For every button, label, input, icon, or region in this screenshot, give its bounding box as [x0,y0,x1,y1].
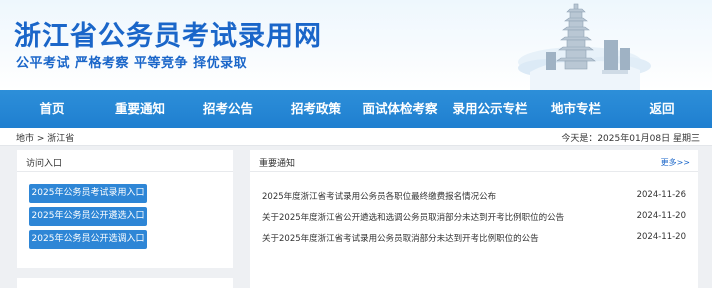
nav-item-home[interactable]: 首页 [39,90,64,128]
notice-panel-header: 重要通知 更多>> [250,150,698,172]
nav-item-policies[interactable]: 招考政策 [291,90,341,128]
access-panel-title: 访问入口 [26,159,63,169]
pagoda-illustration [518,3,651,90]
list-item[interactable]: 关于2025年度浙江省考试录用公务员取消部分未达到开考比例职位的公告 2024-… [262,232,690,246]
nav-item-announcements[interactable]: 招考公告 [203,90,253,128]
nav-item-back[interactable]: 返回 [649,90,674,128]
header-banner: 浙江省公务员考试录用网 公平考试 严格考察 平等竞争 择优录取 [0,0,712,90]
nav-item-interview-exam[interactable]: 面试体检考察 [362,90,437,128]
notice-title[interactable]: 关于2025年度浙江省公开遴选和选调公务员取消部分未达到开考比例职位的公告 [262,211,564,223]
site-title: 浙江省公务员考试录用网 [14,21,322,52]
breadcrumb[interactable]: 地市 > 浙江省 [16,131,74,144]
notice-title[interactable]: 2025年度浙江省考试录用公务员各职位最终缴费报名情况公布 [262,190,496,202]
exam-recruitment-entry-button[interactable]: 2025年公务员考试录用入口 [29,184,147,203]
list-item[interactable]: 关于2025年度浙江省公开遴选和选调公务员取消部分未达到开考比例职位的公告 20… [262,211,690,225]
notice-date: 2024-11-20 [636,211,686,221]
nav-item-notices[interactable]: 重要通知 [115,90,165,128]
more-link[interactable]: 更多>> [661,157,690,168]
notice-panel: 重要通知 更多>> 2025年度浙江省考试录用公务员各职位最终缴费报名情况公布 … [250,150,698,288]
list-item[interactable]: 2025年度浙江省考试录用公务员各职位最终缴费报名情况公布 2024-11-26 [262,190,690,204]
breadcrumb-bar: 地市 > 浙江省 今天是：2025年01月08日 星期三 [0,128,712,146]
notice-date: 2024-11-26 [636,190,686,200]
notice-title[interactable]: 关于2025年度浙江省考试录用公务员取消部分未达到开考比例职位的公告 [262,232,539,244]
access-entry-panel: 访问入口 2025年公务员考试录用入口 2025年公务员公开遴选入口 2025年… [17,150,233,268]
notice-date: 2024-11-20 [636,232,686,242]
access-panel-header: 访问入口 [17,150,233,172]
site-slogan: 公平考试 严格考察 平等竞争 择优录取 [16,56,248,71]
current-date: 今天是：2025年01月08日 星期三 [561,134,700,144]
nav-item-city-column[interactable]: 地市专栏 [551,90,601,128]
nav-item-hiring-publicity[interactable]: 录用公示专栏 [452,90,527,128]
access-panel-continuation [17,278,233,288]
main-nav: 首页 重要通知 招考公告 招考政策 面试体检考察 录用公示专栏 地市专栏 返回 [0,90,712,128]
open-selection-entry-button[interactable]: 2025年公务员公开遴选入口 [29,207,147,226]
open-transfer-entry-button[interactable]: 2025年公务员公开选调入口 [29,230,147,249]
notice-panel-title: 重要通知 [259,159,296,169]
